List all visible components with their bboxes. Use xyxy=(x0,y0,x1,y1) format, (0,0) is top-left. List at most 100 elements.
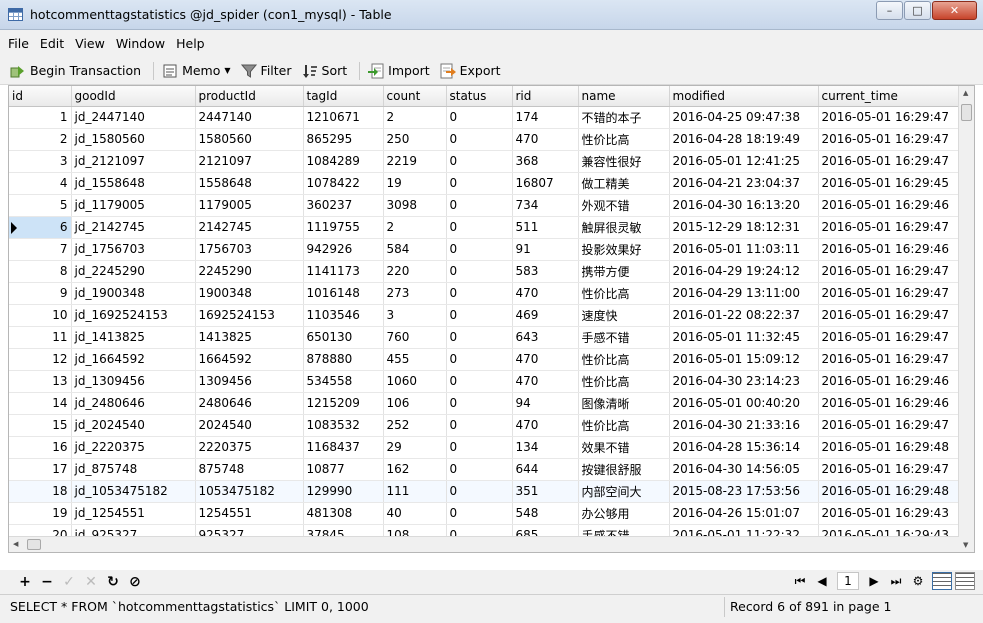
table-cell-tagid[interactable]: 1103546 xyxy=(303,304,384,327)
table-cell-productid[interactable]: 1413825 xyxy=(195,326,304,349)
column-header-tagid[interactable]: tagId xyxy=(303,86,384,107)
table-cell-modified[interactable]: 2016-04-30 23:14:23 xyxy=(669,370,819,393)
last-page-icon[interactable]: ⏭ xyxy=(885,574,907,589)
table-cell-productid[interactable]: 1254551 xyxy=(195,502,304,525)
form-view-icon[interactable] xyxy=(955,572,975,590)
table-cell-modified[interactable]: 2016-04-29 19:24:12 xyxy=(669,260,819,283)
table-cell-tagid[interactable]: 534558 xyxy=(303,370,384,393)
import-button[interactable]: Import xyxy=(368,63,430,79)
table-row[interactable]: 4 jd_1558648 1558648 1078422 19 0 16807 做工精美 201… xyxy=(9,172,960,195)
table-cell-count[interactable]: 111 xyxy=(383,480,447,503)
table-cell-name[interactable]: 兼容性很好 xyxy=(578,150,670,173)
table-cell-rid[interactable]: 134 xyxy=(512,436,579,459)
scroll-thumb[interactable] xyxy=(961,104,972,121)
grid-view-icon[interactable] xyxy=(932,572,952,590)
table-cell-count[interactable]: 584 xyxy=(383,238,447,261)
table-cell-rid[interactable]: 644 xyxy=(512,458,579,481)
table-cell-status[interactable]: 0 xyxy=(446,260,513,283)
scroll-left-icon[interactable]: ◀ xyxy=(13,540,18,548)
table-cell-modified[interactable]: 2016-04-29 13:11:00 xyxy=(669,282,819,305)
table-cell-tagid[interactable]: 10877 xyxy=(303,458,384,481)
table-cell-count[interactable]: 3098 xyxy=(383,194,447,217)
table-cell-modified[interactable]: 2016-04-25 09:47:38 xyxy=(669,106,819,129)
table-cell-productid[interactable]: 1756703 xyxy=(195,238,304,261)
table-cell-count[interactable]: 106 xyxy=(383,392,447,415)
table-cell-modified[interactable]: 2016-05-01 11:03:11 xyxy=(669,238,819,261)
table-cell-id[interactable]: 18 xyxy=(9,480,72,503)
table-cell-goodid[interactable]: jd_2024540 xyxy=(71,414,196,437)
next-page-icon[interactable]: ▶ xyxy=(863,574,885,588)
table-row[interactable]: 1 jd_2447140 2447140 1210671 2 0 174 不错的本子 2016-… xyxy=(9,106,960,129)
first-page-icon[interactable]: ⏮ xyxy=(789,574,811,589)
table-cell-productid[interactable]: 1580560 xyxy=(195,128,304,151)
table-cell-current-time[interactable]: 2016-05-01 16:29:43 xyxy=(818,502,960,525)
table-cell-goodid[interactable]: jd_1053475182 xyxy=(71,480,196,503)
table-row[interactable]: 6 jd_2142745 2142745 1119755 2 0 511 触屏很灵敏 2015-… xyxy=(9,216,960,239)
table-row[interactable]: 9 jd_1900348 1900348 1016148 273 0 470 性价比高 2016… xyxy=(9,282,960,305)
table-cell-productid[interactable]: 1309456 xyxy=(195,370,304,393)
table-cell-id[interactable]: 2 xyxy=(9,128,72,151)
scroll-down-icon[interactable]: ▼ xyxy=(963,541,968,549)
table-cell-status[interactable]: 0 xyxy=(446,414,513,437)
column-header-modified[interactable]: modified xyxy=(669,86,819,107)
table-cell-count[interactable]: 760 xyxy=(383,326,447,349)
table-cell-current-time[interactable]: 2016-05-01 16:29:46 xyxy=(818,238,960,261)
previous-page-icon[interactable]: ◀ xyxy=(811,574,833,588)
table-cell-tagid[interactable]: 129990 xyxy=(303,480,384,503)
table-cell-count[interactable]: 2 xyxy=(383,106,447,129)
table-cell-rid[interactable]: 643 xyxy=(512,326,579,349)
table-cell-count[interactable]: 40 xyxy=(383,502,447,525)
table-cell-id[interactable]: 4 xyxy=(9,172,72,195)
table-cell-productid[interactable]: 875748 xyxy=(195,458,304,481)
table-cell-current-time[interactable]: 2016-05-01 16:29:47 xyxy=(818,128,960,151)
table-cell-productid[interactable]: 1692524153 xyxy=(195,304,304,327)
table-cell-status[interactable]: 0 xyxy=(446,436,513,459)
table-cell-name[interactable]: 携带方便 xyxy=(578,260,670,283)
table-cell-tagid[interactable]: 1016148 xyxy=(303,282,384,305)
table-cell-count[interactable]: 220 xyxy=(383,260,447,283)
table-cell-productid[interactable]: 2024540 xyxy=(195,414,304,437)
table-row[interactable]: 15 jd_2024540 2024540 1083532 252 0 470 性价比高 201… xyxy=(9,414,960,437)
table-cell-productid[interactable]: 1664592 xyxy=(195,348,304,371)
table-cell-tagid[interactable]: 360237 xyxy=(303,194,384,217)
table-cell-rid[interactable]: 469 xyxy=(512,304,579,327)
table-cell-count[interactable]: 2 xyxy=(383,216,447,239)
table-cell-current-time[interactable]: 2016-05-01 16:29:47 xyxy=(818,150,960,173)
table-cell-current-time[interactable]: 2016-05-01 16:29:47 xyxy=(818,260,960,283)
table-cell-goodid[interactable]: jd_1254551 xyxy=(71,502,196,525)
table-cell-productid[interactable]: 2121097 xyxy=(195,150,304,173)
table-cell-name[interactable]: 外观不错 xyxy=(578,194,670,217)
column-header-rid[interactable]: rid xyxy=(512,86,579,107)
table-cell-rid[interactable]: 470 xyxy=(512,414,579,437)
table-cell-id[interactable]: 19 xyxy=(9,502,72,525)
table-row[interactable]: 12 jd_1664592 1664592 878880 455 0 470 性价比高 2016… xyxy=(9,348,960,371)
table-cell-name[interactable]: 速度快 xyxy=(578,304,670,327)
table-cell-status[interactable]: 0 xyxy=(446,502,513,525)
table-cell-name[interactable]: 手感不错 xyxy=(578,326,670,349)
table-row[interactable]: 19 jd_1254551 1254551 481308 40 0 548 办公够用 2016-… xyxy=(9,502,960,525)
table-cell-goodid[interactable]: jd_1558648 xyxy=(71,172,196,195)
table-row[interactable]: 13 jd_1309456 1309456 534558 1060 0 470 性价比高 201… xyxy=(9,370,960,393)
minimize-button[interactable]: – xyxy=(876,1,903,20)
table-cell-id[interactable]: 16 xyxy=(9,436,72,459)
table-cell-current-time[interactable]: 2016-05-01 16:29:47 xyxy=(818,282,960,305)
table-cell-rid[interactable]: 16807 xyxy=(512,172,579,195)
table-cell-count[interactable]: 1060 xyxy=(383,370,447,393)
table-cell-goodid[interactable]: jd_2447140 xyxy=(71,106,196,129)
table-cell-current-time[interactable]: 2016-05-01 16:29:47 xyxy=(818,458,960,481)
table-cell-goodid[interactable]: jd_2245290 xyxy=(71,260,196,283)
table-cell-goodid[interactable]: jd_1900348 xyxy=(71,282,196,305)
table-cell-tagid[interactable]: 865295 xyxy=(303,128,384,151)
table-cell-name[interactable]: 性价比高 xyxy=(578,370,670,393)
table-cell-count[interactable]: 3 xyxy=(383,304,447,327)
table-cell-status[interactable]: 0 xyxy=(446,480,513,503)
table-cell-tagid[interactable]: 650130 xyxy=(303,326,384,349)
table-cell-tagid[interactable]: 1119755 xyxy=(303,216,384,239)
menu-window[interactable]: Window xyxy=(116,36,165,51)
table-cell-status[interactable]: 0 xyxy=(446,348,513,371)
table-cell-productid[interactable]: 2245290 xyxy=(195,260,304,283)
table-cell-id[interactable]: 1 xyxy=(9,106,72,129)
table-cell-goodid[interactable]: jd_2121097 xyxy=(71,150,196,173)
table-cell-rid[interactable]: 470 xyxy=(512,348,579,371)
table-cell-productid[interactable]: 2220375 xyxy=(195,436,304,459)
